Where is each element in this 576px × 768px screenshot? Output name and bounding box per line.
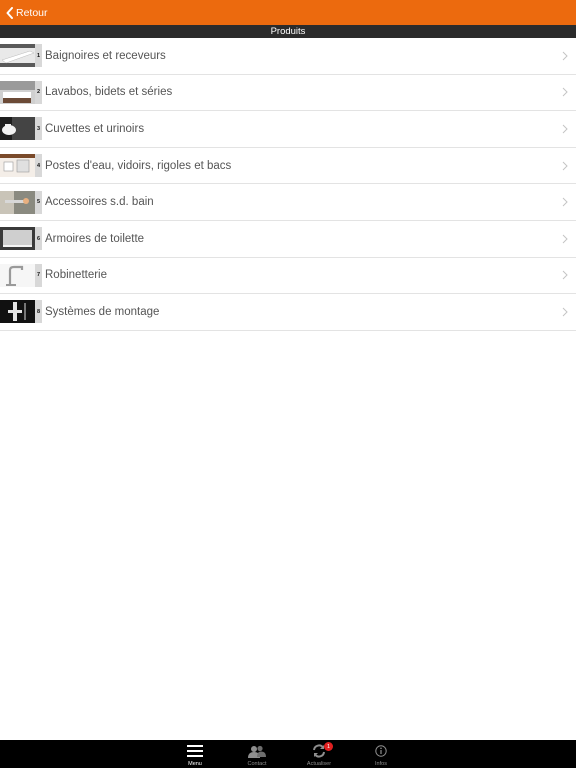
list-item-washbasins[interactable]: 2 Lavabos, bidets et séries <box>0 75 576 112</box>
chevron-left-icon <box>6 6 13 19</box>
list-item-bathtubs[interactable]: 1 Baignoires et receveurs <box>0 38 576 75</box>
product-thumbnail <box>0 190 35 214</box>
item-number: 7 <box>35 263 42 287</box>
item-label: Robinetterie <box>45 269 108 282</box>
menu-icon <box>186 743 204 759</box>
item-number: 1 <box>35 44 42 68</box>
chevron-right-icon <box>562 307 568 317</box>
tab-bar: Menu Contact 1 Actualiser Infos <box>0 740 576 768</box>
chevron-right-icon <box>562 88 568 97</box>
section-header: Produits <box>0 25 576 38</box>
chevron-right-icon <box>562 234 568 244</box>
tab-refresh[interactable]: 1 Actualiser <box>294 740 344 768</box>
product-thumbnail <box>0 154 35 178</box>
contact-icon <box>248 743 266 759</box>
list-item-mounting-systems[interactable]: 8 Systèmes de montage <box>0 294 576 331</box>
list-item-toilets[interactable]: 3 Cuvettes et urinoirs <box>0 111 576 148</box>
item-label: Baignoires et receveurs <box>45 49 166 62</box>
chevron-right-icon <box>562 197 568 207</box>
tab-label: Contact <box>247 761 267 767</box>
product-thumbnail <box>0 80 35 104</box>
item-number: 4 <box>35 154 42 178</box>
list-item-faucets[interactable]: 7 Robinetterie <box>0 258 576 295</box>
chevron-right-icon <box>562 271 568 280</box>
chevron-right-icon <box>562 51 568 61</box>
tab-label: Infos <box>375 761 387 767</box>
back-button[interactable]: Retour <box>0 0 48 25</box>
item-label: Systèmes de montage <box>45 305 160 318</box>
item-number: 8 <box>35 300 42 324</box>
tab-label: Menu <box>188 761 202 767</box>
tab-label: Actualiser <box>306 761 332 767</box>
product-thumbnail <box>0 227 35 251</box>
chevron-right-icon <box>562 161 568 170</box>
item-number: 6 <box>35 227 42 251</box>
info-icon <box>372 743 390 759</box>
back-label: Retour <box>16 6 48 19</box>
product-thumbnail <box>0 263 35 287</box>
item-label: Lavabos, bidets et séries <box>45 86 173 99</box>
notification-badge: 1 <box>324 742 333 751</box>
tab-menu[interactable]: Menu <box>170 740 220 768</box>
list-item-accessories[interactable]: 5 Accessoires s.d. bain <box>0 184 576 221</box>
item-label: Cuvettes et urinoirs <box>45 122 145 135</box>
product-list: 1 Baignoires et receveurs 2 Lavabos, bid… <box>0 38 576 331</box>
tab-contact[interactable]: Contact <box>232 740 282 768</box>
product-thumbnail <box>0 117 35 141</box>
chevron-right-icon <box>562 124 568 134</box>
tab-info[interactable]: Infos <box>356 740 406 768</box>
item-label: Accessoires s.d. bain <box>45 196 154 209</box>
list-item-utility-sinks[interactable]: 4 Postes d'eau, vidoirs, rigoles et bacs <box>0 148 576 185</box>
section-title: Produits <box>270 26 306 37</box>
item-number: 2 <box>35 80 42 104</box>
item-number: 3 <box>35 117 42 141</box>
navigation-bar: Retour <box>0 0 576 25</box>
item-number: 5 <box>35 190 42 214</box>
product-thumbnail <box>0 300 35 324</box>
refresh-icon: 1 <box>310 742 333 759</box>
item-label: Armoires de toilette <box>45 232 145 245</box>
product-thumbnail <box>0 44 35 68</box>
item-label: Postes d'eau, vidoirs, rigoles et bacs <box>45 159 232 172</box>
list-item-mirror-cabinets[interactable]: 6 Armoires de toilette <box>0 221 576 258</box>
